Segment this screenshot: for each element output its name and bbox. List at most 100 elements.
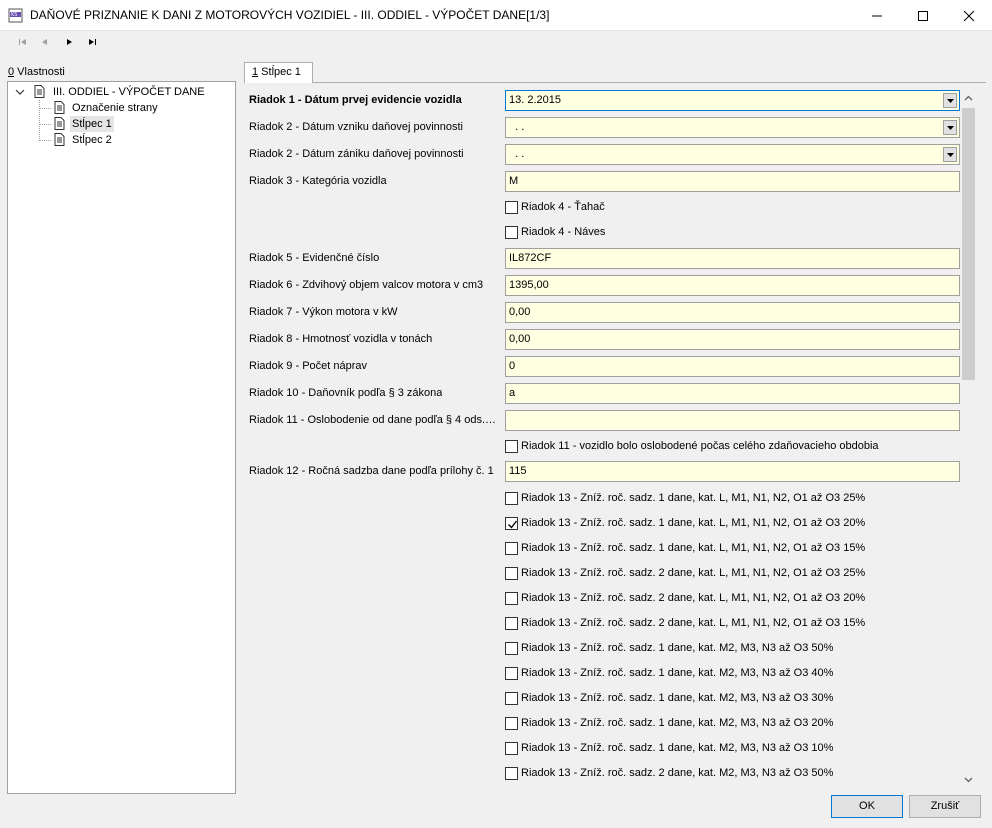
- input-value: 13. 2.2015: [509, 94, 561, 106]
- hmotnost-vozidla-input[interactable]: 0,00: [505, 329, 960, 350]
- input-value: IL872CF: [509, 252, 552, 264]
- checkbox-label: Riadok 13 - Zníž. roč. sadz. 1 dane, kat…: [521, 642, 834, 654]
- tree-item-label: Označenie strany: [72, 102, 158, 114]
- checkbox-label: Riadok 13 - Zníž. roč. sadz. 1 dane, kat…: [521, 517, 866, 529]
- minimize-button[interactable]: [854, 0, 900, 31]
- vykon-motora-input[interactable]: 0,00: [505, 302, 960, 323]
- checkbox-box[interactable]: [505, 692, 518, 705]
- checkbox-label: Riadok 13 - Zníž. roč. sadz. 1 dane, kat…: [521, 542, 866, 554]
- tab-label: Stĺpec 1: [258, 66, 301, 78]
- checkbox-box[interactable]: [505, 767, 518, 780]
- datum-zaniku-input[interactable]: . .: [505, 144, 960, 165]
- checkbox-label: Riadok 13 - Zníž. roč. sadz. 1 dane, kat…: [521, 492, 866, 504]
- document-icon: [54, 117, 65, 133]
- field-label-riadok-2-vznik: Riadok 2 - Dátum vzniku daňovej povinnos…: [249, 121, 464, 133]
- field-label-riadok-1: Riadok 1 - Dátum prvej evidencie vozidla: [249, 94, 462, 106]
- field-label-riadok-9: Riadok 9 - Počet náprav: [249, 360, 368, 372]
- tree-item-root-label: III. ODDIEL - VÝPOČET DANE: [53, 86, 205, 98]
- checkbox-box[interactable]: [505, 492, 518, 505]
- checkbox-box[interactable]: [505, 517, 518, 530]
- chevron-down-icon[interactable]: [15, 87, 25, 100]
- scroll-up-icon[interactable]: [964, 92, 973, 104]
- checkbox-label: Riadok 13 - Zníž. roč. sadz. 1 dane, kat…: [521, 692, 834, 704]
- ok-button[interactable]: OK: [831, 795, 903, 818]
- field-label-riadok-12: Riadok 12 - Ročná sadzba dane podľa príl…: [249, 465, 494, 477]
- checkbox-box[interactable]: [505, 717, 518, 730]
- datum-prvej-evidencie-input[interactable]: 13. 2.2015: [505, 90, 960, 111]
- document-icon: [54, 133, 65, 149]
- properties-tree[interactable]: III. ODDIEL - VÝPOČET DANE Označenie str…: [7, 81, 236, 794]
- input-value: 0,00: [509, 333, 531, 345]
- dropdown-button[interactable]: [943, 120, 957, 135]
- input-value: a: [509, 387, 516, 399]
- field-label-riadok-8: Riadok 8 - Hmotnosť vozidla v tonách: [249, 333, 433, 345]
- input-value: 0,00: [509, 306, 531, 318]
- checkbox-box[interactable]: [505, 542, 518, 555]
- checkbox-box[interactable]: [505, 201, 518, 214]
- tab-stlpec-1[interactable]: 1 Stĺpec 1: [244, 62, 313, 83]
- field-label-riadok-2-zanik: Riadok 2 - Dátum zániku daňovej povinnos…: [249, 148, 464, 160]
- input-value: 0: [509, 360, 516, 372]
- field-label-riadok-10: Riadok 10 - Daňovník podľa § 3 zákona: [249, 387, 443, 399]
- field-label-riadok-5: Riadok 5 - Evidenčné číslo: [249, 252, 380, 264]
- field-label-riadok-6: Riadok 6 - Zdvihový objem valcov motora …: [249, 279, 484, 291]
- close-icon: [963, 10, 975, 22]
- rocna-sadzba-input[interactable]: 115: [505, 461, 960, 482]
- kategoria-vozidla-input[interactable]: M: [505, 171, 960, 192]
- checkbox-box[interactable]: [505, 567, 518, 580]
- document-icon: [34, 85, 45, 101]
- input-value: 1395,00: [509, 279, 549, 291]
- tab-divider: [313, 82, 986, 83]
- checkbox-label: Riadok 4 - Ťahač: [521, 201, 605, 213]
- checkbox-box[interactable]: [505, 742, 518, 755]
- checkbox-box[interactable]: [505, 617, 518, 630]
- app-doc-icon: KS: [8, 8, 23, 23]
- danovnik-input[interactable]: a: [505, 383, 960, 404]
- first-record-icon[interactable]: [16, 35, 30, 49]
- document-icon: [54, 101, 65, 117]
- record-navigation-toolbar: [0, 31, 992, 53]
- tree-connector: [39, 100, 40, 141]
- window-title: DAŇOVÉ PRIZNANIE K DANI Z MOTOROVÝCH VOZ…: [30, 8, 550, 22]
- chevron-down-icon: [947, 99, 954, 103]
- chevron-down-icon: [947, 153, 954, 157]
- properties-label-text: Vlastnosti: [14, 66, 65, 78]
- checkbox-label: Riadok 13 - Zníž. roč. sadz. 2 dane, kat…: [521, 567, 866, 579]
- input-value: M: [509, 175, 519, 187]
- prev-record-icon[interactable]: [38, 35, 52, 49]
- checkbox-label: Riadok 11 - vozidlo bolo oslobodené poča…: [521, 440, 879, 452]
- scrollbar-thumb[interactable]: [962, 108, 975, 380]
- checkbox-label: Riadok 13 - Zníž. roč. sadz. 1 dane, kat…: [521, 717, 834, 729]
- checkbox-box[interactable]: [505, 667, 518, 680]
- last-record-icon[interactable]: [85, 35, 99, 49]
- tree-item-label: Stĺpec 2: [72, 134, 112, 146]
- chevron-down-icon: [947, 126, 954, 130]
- tree-connector: [39, 140, 51, 141]
- checkbox-box[interactable]: [505, 440, 518, 453]
- maximize-button[interactable]: [900, 0, 946, 31]
- cancel-button[interactable]: Zrušiť: [909, 795, 981, 818]
- scroll-down-icon[interactable]: [964, 774, 973, 786]
- checkbox-box[interactable]: [505, 592, 518, 605]
- zdvihovy-objem-input[interactable]: 1395,00: [505, 275, 960, 296]
- field-label-riadok-7: Riadok 7 - Výkon motora v kW: [249, 306, 398, 318]
- pocet-naprav-input[interactable]: 0: [505, 356, 960, 377]
- checkmark-icon: [508, 520, 518, 529]
- dropdown-button[interactable]: [943, 93, 957, 108]
- input-value: 115: [509, 465, 527, 477]
- checkbox-box[interactable]: [505, 226, 518, 239]
- checkbox-label: Riadok 13 - Zníž. roč. sadz. 1 dane, kat…: [521, 667, 834, 679]
- datum-vzniku-input[interactable]: . .: [505, 117, 960, 138]
- checkbox-label: Riadok 13 - Zníž. roč. sadz. 2 dane, kat…: [521, 592, 866, 604]
- close-button[interactable]: [946, 0, 992, 31]
- checkbox-box[interactable]: [505, 642, 518, 655]
- checkbox-label: Riadok 13 - Zníž. roč. sadz. 1 dane, kat…: [521, 742, 834, 754]
- input-value: . .: [509, 148, 525, 160]
- vertical-scrollbar[interactable]: [960, 90, 977, 788]
- oslobodenie-input[interactable]: [505, 410, 960, 431]
- dropdown-button[interactable]: [943, 147, 957, 162]
- next-record-icon[interactable]: [62, 35, 76, 49]
- evidencne-cislo-input[interactable]: IL872CF: [505, 248, 960, 269]
- tree-connector: [39, 124, 51, 125]
- field-label-riadok-11: Riadok 11 - Oslobodenie od dane podľa § …: [249, 414, 497, 426]
